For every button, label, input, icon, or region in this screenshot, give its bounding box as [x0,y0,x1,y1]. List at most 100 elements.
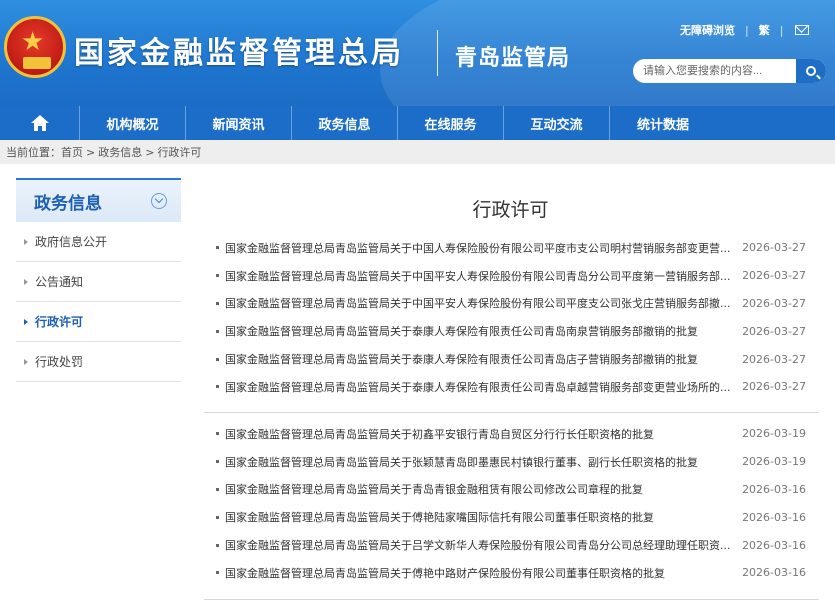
article-title-link[interactable]: 国家金融监督管理总局青岛监管局关于泰康人寿保险有限责任公司青岛南泉营销服务部撤销… [225,323,736,339]
top-link-separator: | [779,23,784,37]
breadcrumb-separator: > [86,145,96,159]
breadcrumb-home[interactable]: 首页 [61,144,83,160]
header-glow [380,0,835,106]
list-item[interactable]: 国家金融监督管理总局青岛监管局关于吕学文新华人寿保险股份有限公司青岛分公司总经理… [216,531,806,559]
list-item[interactable]: 国家金融监督管理总局青岛监管局关于中国人寿保险股份有限公司平度市支公司明村营销服… [216,234,806,262]
list-divider [204,599,819,600]
sidebar: 政务信息 政府信息公开 公告通知 行政许可 行政处罚 [16,178,181,382]
arrow-right-icon [24,238,28,245]
bullet-icon [216,571,219,575]
article-date: 2026-03-27 [742,241,806,255]
article-title-link[interactable]: 国家金融监督管理总局青岛监管局关于吕学文新华人寿保险股份有限公司青岛分公司总经理… [225,537,736,553]
search-input[interactable] [643,61,793,81]
breadcrumb-current[interactable]: 行政许可 [157,144,201,160]
sidebar-item-administrative-license[interactable]: 行政许可 [16,302,181,342]
bullet-icon [216,274,219,278]
bullet-icon [216,246,219,250]
site-title[interactable]: 国家金融监督管理总局 [74,28,404,72]
title-divider [437,30,438,76]
sidebar-item-announcements[interactable]: 公告通知 [16,262,181,302]
list-item[interactable]: 国家金融监督管理总局青岛监管局关于张颖慧青岛即墨惠民村镇银行董事、副行长任职资格… [216,448,806,476]
breadcrumb-prefix: 当前位置： [6,146,61,159]
sidebar-title: 政务信息 [34,193,102,214]
list-item[interactable]: 国家金融监督管理总局青岛监管局关于傅艳陆家嘴国际信托有限公司董事任职资格的批复 2… [216,503,806,531]
search-button[interactable] [796,59,826,83]
article-date: 2026-03-27 [742,352,806,366]
article-title-link[interactable]: 国家金融监督管理总局青岛监管局关于中国平安人寿保险股份有限公司青岛分公司平度第一… [225,268,736,284]
article-list-2: 国家金融监督管理总局青岛监管局关于初鑫平安银行青岛自贸区分行行长任职资格的批复 2… [216,420,806,587]
arrow-right-icon [24,358,28,365]
accessibility-link[interactable]: 无障碍浏览 [680,22,735,38]
list-item[interactable]: 国家金融监督管理总局青岛监管局关于青岛青银金融租赁有限公司修改公司章程的批复 20… [216,476,806,504]
list-item[interactable]: 国家金融监督管理总局青岛监管局关于中国平安人寿保险股份有限公司平度支公司张戈庄营… [216,290,806,318]
traditional-chinese-link[interactable]: 繁 [759,22,770,38]
main-nav: 机构概况 新闻资讯 政务信息 在线服务 互动交流 统计数据 [0,106,835,140]
article-date: 2026-03-27 [742,296,806,310]
breadcrumb-separator: > [145,145,155,159]
nav-home[interactable] [0,106,80,140]
article-date: 2026-03-16 [742,482,806,496]
sidebar-item-label: 政府信息公开 [35,235,108,249]
home-icon [30,115,49,131]
bullet-icon [216,357,219,361]
article-title-link[interactable]: 国家金融监督管理总局青岛监管局关于泰康人寿保险有限责任公司青岛店子营销服务部撤销… [225,351,736,367]
list-divider [204,412,819,413]
article-date: 2026-03-16 [742,566,806,580]
nav-item-government-info[interactable]: 政务信息 [292,106,398,140]
article-date: 2026-03-27 [742,380,806,394]
article-list-1: 国家金融监督管理总局青岛监管局关于中国人寿保险股份有限公司平度市支公司明村营销服… [216,234,806,401]
search-icon [806,66,816,76]
bullet-icon [216,543,219,547]
article-title-link[interactable]: 国家金融监督管理总局青岛监管局关于泰康人寿保险有限责任公司青岛卓越营销服务部变更… [225,379,736,395]
sidebar-item-info-disclosure[interactable]: 政府信息公开 [16,222,181,262]
top-links: 无障碍浏览 | 繁 | [680,20,810,40]
breadcrumb: 当前位置： 首页 > 政务信息 > 行政许可 [0,140,835,164]
site-header: ★ 国家金融监督管理总局 青岛监管局 无障碍浏览 | 繁 | [0,0,835,106]
article-title-link[interactable]: 国家金融监督管理总局青岛监管局关于中国平安人寿保险股份有限公司平度支公司张戈庄营… [225,295,736,311]
bullet-icon [216,432,219,436]
nav-item-online-service[interactable]: 在线服务 [398,106,504,140]
nav-item-interaction[interactable]: 互动交流 [504,106,610,140]
list-item[interactable]: 国家金融监督管理总局青岛监管局关于泰康人寿保险有限责任公司青岛卓越营销服务部变更… [216,373,806,401]
article-date: 2026-03-27 [742,324,806,338]
article-title-link[interactable]: 国家金融监督管理总局青岛监管局关于青岛青银金融租赁有限公司修改公司章程的批复 [225,481,736,497]
chevron-down-icon[interactable] [151,193,167,209]
branch-title[interactable]: 青岛监管局 [455,40,570,72]
sidebar-item-label: 公告通知 [35,275,84,289]
search-box [633,59,826,83]
list-item[interactable]: 国家金融监督管理总局青岛监管局关于泰康人寿保险有限责任公司青岛南泉营销服务部撤销… [216,317,806,345]
sidebar-item-label: 行政许可 [35,315,84,329]
article-date: 2026-03-16 [742,538,806,552]
nav-item-news[interactable]: 新闻资讯 [186,106,292,140]
bullet-icon [216,515,219,519]
sidebar-item-label: 行政处罚 [35,355,84,369]
nav-item-statistics[interactable]: 统计数据 [610,106,716,140]
list-item[interactable]: 国家金融监督管理总局青岛监管局关于初鑫平安银行青岛自贸区分行行长任职资格的批复 2… [216,420,806,448]
article-date: 2026-03-19 [742,427,806,441]
nav-item-about[interactable]: 机构概况 [80,106,186,140]
article-title-link[interactable]: 国家金融监督管理总局青岛监管局关于傅艳中路财产保险股份有限公司董事任职资格的批复 [225,565,736,581]
mail-icon[interactable] [795,25,810,35]
article-date: 2026-03-16 [742,510,806,524]
sidebar-header: 政务信息 [16,178,181,222]
national-emblem-icon: ★ [4,16,66,78]
list-item[interactable]: 国家金融监督管理总局青岛监管局关于傅艳中路财产保险股份有限公司董事任职资格的批复… [216,559,806,587]
bullet-icon [216,385,219,389]
page-title: 行政许可 [472,199,549,221]
article-date: 2026-03-19 [742,455,806,469]
article-title-link[interactable]: 国家金融监督管理总局青岛监管局关于张颖慧青岛即墨惠民村镇银行董事、副行长任职资格… [225,454,736,470]
top-link-separator: | [745,23,749,37]
list-item[interactable]: 国家金融监督管理总局青岛监管局关于泰康人寿保险有限责任公司青岛店子营销服务部撤销… [216,345,806,373]
arrow-right-icon [24,318,28,325]
article-title-link[interactable]: 国家金融监督管理总局青岛监管局关于初鑫平安银行青岛自贸区分行行长任职资格的批复 [225,426,736,442]
bullet-icon [216,301,219,305]
article-date: 2026-03-27 [742,269,806,283]
bullet-icon [216,487,219,491]
sidebar-item-administrative-penalty[interactable]: 行政处罚 [16,342,181,382]
article-title-link[interactable]: 国家金融监督管理总局青岛监管局关于中国人寿保险股份有限公司平度市支公司明村营销服… [225,240,736,256]
article-title-link[interactable]: 国家金融监督管理总局青岛监管局关于傅艳陆家嘴国际信托有限公司董事任职资格的批复 [225,509,736,525]
list-item[interactable]: 国家金融监督管理总局青岛监管局关于中国平安人寿保险股份有限公司青岛分公司平度第一… [216,262,806,290]
bullet-icon [216,329,219,333]
arrow-right-icon [24,278,28,285]
breadcrumb-government-info[interactable]: 政务信息 [98,144,142,160]
